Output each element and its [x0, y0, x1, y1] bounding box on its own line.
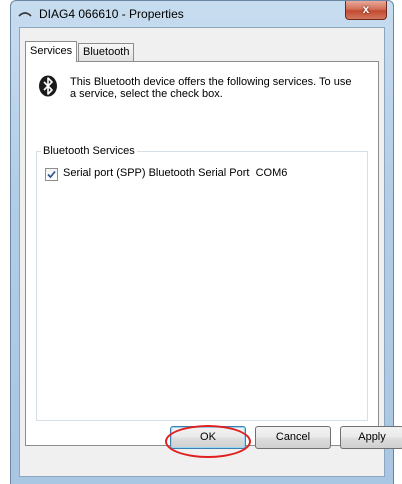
tab-services[interactable]: Services: [25, 41, 78, 62]
service-checkbox[interactable]: [45, 168, 58, 181]
title-bar[interactable]: DIAG4 066610 - Properties x: [11, 1, 393, 27]
services-panel: This Bluetooth device offers the followi…: [25, 61, 379, 446]
services-description: This Bluetooth device offers the followi…: [70, 76, 352, 100]
cancel-button[interactable]: Cancel: [255, 426, 331, 449]
bluetooth-icon: [39, 75, 57, 97]
tab-bluetooth[interactable]: Bluetooth: [78, 43, 135, 61]
group-title: Bluetooth Services: [41, 145, 137, 157]
close-button[interactable]: x: [345, 1, 387, 20]
dialog-body: Services Bluetooth This Bluetooth device…: [19, 27, 385, 477]
window-title: DIAG4 066610 - Properties: [39, 7, 184, 21]
bluetooth-services-group: Bluetooth Services Serial port (SPP) Blu…: [36, 145, 368, 421]
bluetooth-device-icon: [18, 12, 32, 17]
apply-button[interactable]: Apply: [340, 426, 402, 449]
properties-window: DIAG4 066610 - Properties x Services Blu…: [10, 0, 402, 484]
service-label: Serial port (SPP) Bluetooth Serial Port …: [63, 167, 288, 179]
ok-button[interactable]: OK: [170, 426, 246, 449]
checkmark-icon: [47, 170, 56, 179]
